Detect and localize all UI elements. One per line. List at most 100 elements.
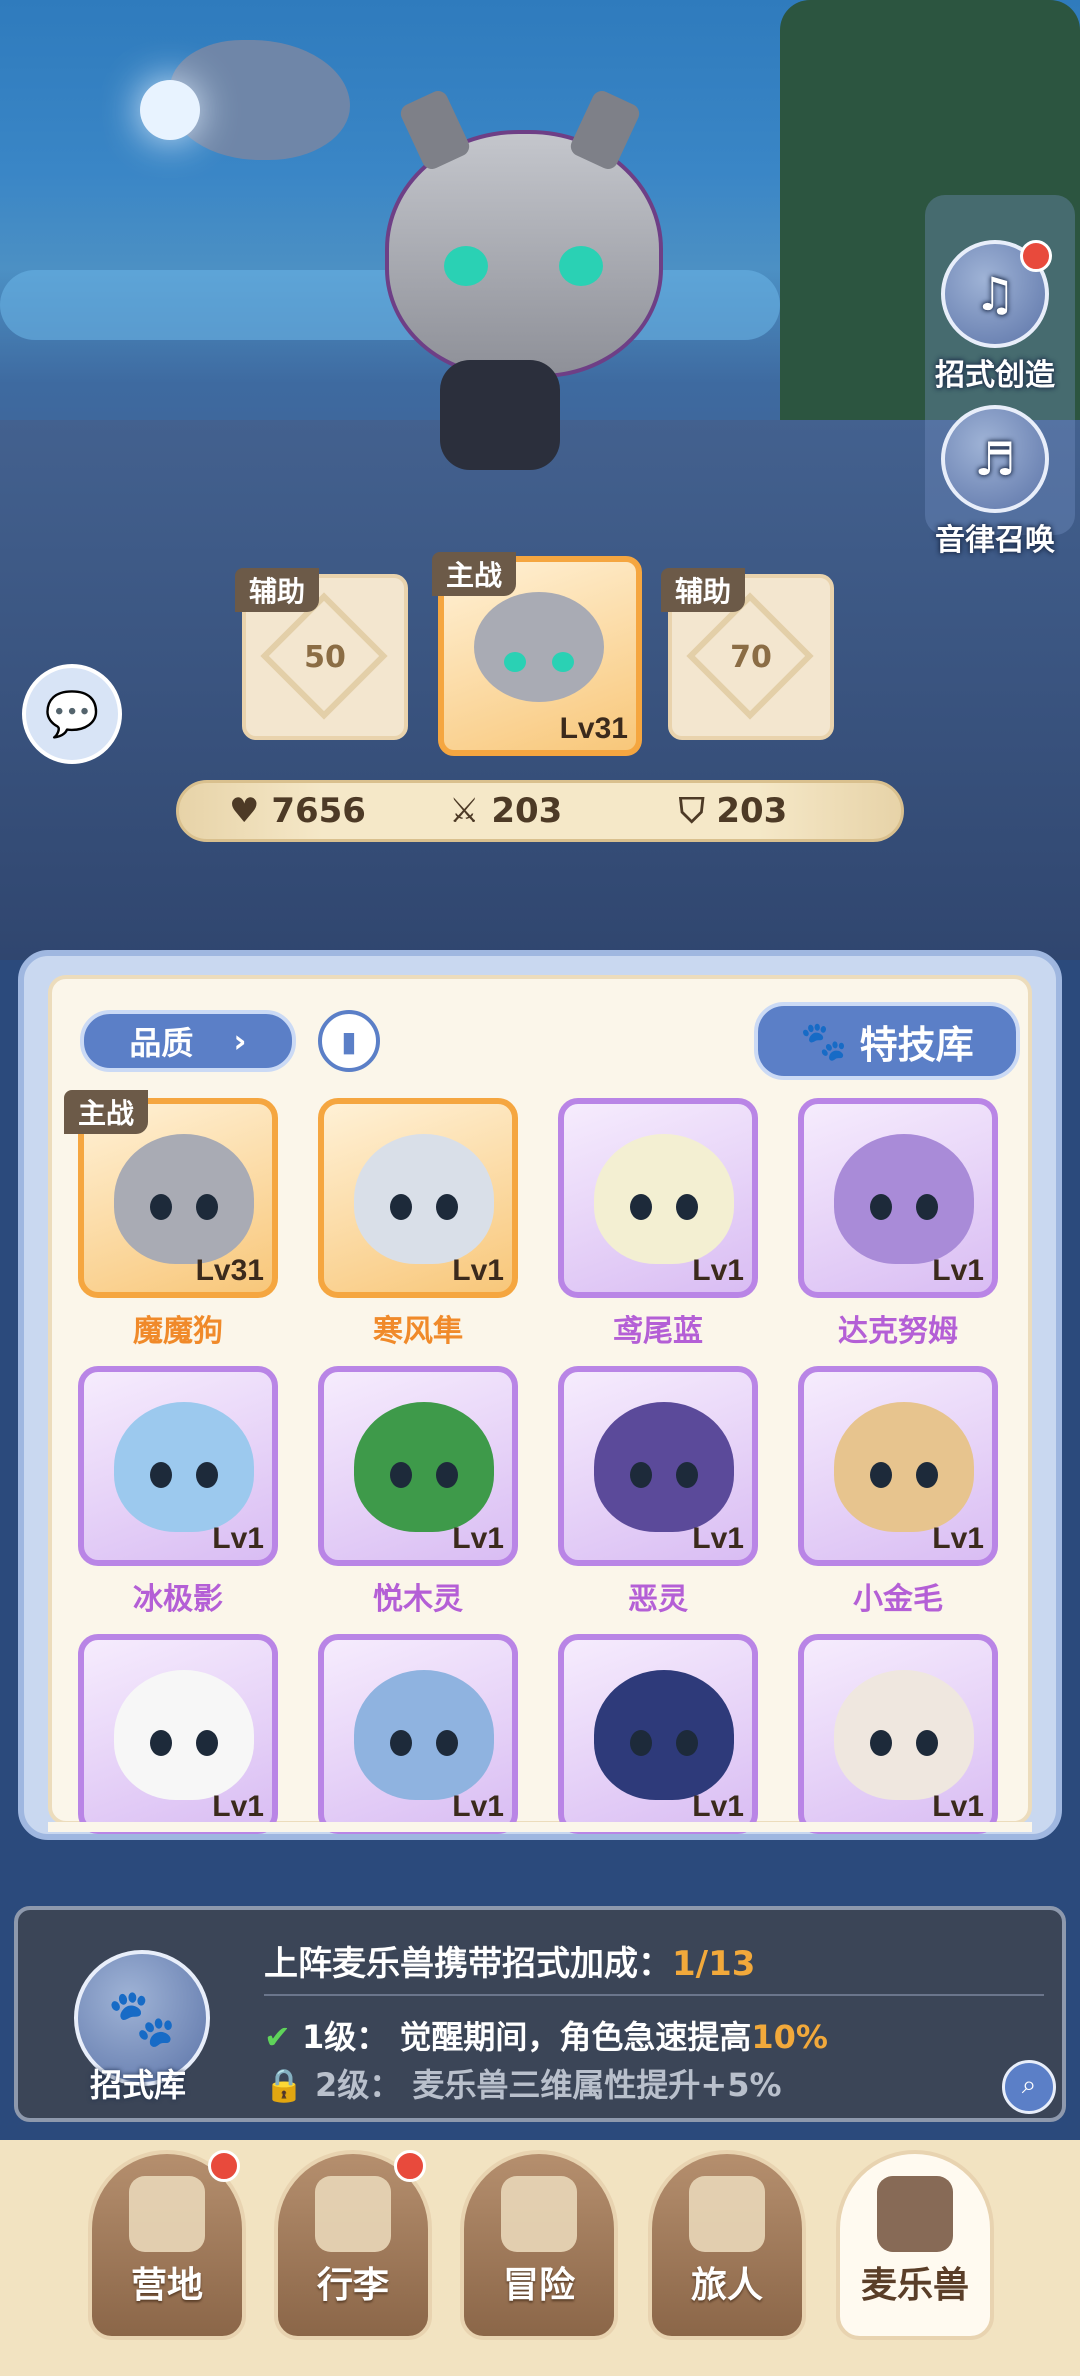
support-tag: 辅助 bbox=[661, 568, 746, 612]
eye bbox=[436, 1462, 458, 1488]
eye bbox=[196, 1194, 218, 1220]
stats-bar: ♥ 7656 ⚔ 203 ⛉ 203 bbox=[176, 780, 904, 842]
nav-icon bbox=[689, 2176, 765, 2252]
monster-card[interactable]: Lv1 bbox=[318, 1634, 518, 1834]
main-tag: 主战 bbox=[432, 552, 517, 596]
swords-icon: ⚔ bbox=[449, 791, 492, 831]
attack-value: 203 bbox=[491, 791, 563, 831]
monster-card[interactable]: Lv1 bbox=[558, 1366, 758, 1566]
creature-eye bbox=[559, 246, 603, 286]
monster-portrait bbox=[834, 1670, 974, 1800]
bonus-title-text: 上阵麦乐兽携带招式加成： bbox=[264, 1944, 672, 1984]
move-create-label: 招式创造 bbox=[935, 358, 1055, 393]
nav-3[interactable]: 旅人 bbox=[648, 2150, 806, 2340]
eye bbox=[870, 1462, 892, 1488]
level1-text: 觉醒期间，角色急速提高 bbox=[399, 2018, 752, 2056]
monster-name: 达克努姆 bbox=[838, 1314, 958, 1349]
monster-name: 寒风隼 bbox=[373, 1314, 463, 1349]
eye bbox=[150, 1194, 172, 1220]
monster-level: Lv1 bbox=[452, 1522, 504, 1555]
monster-portrait bbox=[834, 1134, 974, 1264]
main-level: Lv31 bbox=[559, 712, 628, 745]
monster-card[interactable]: Lv1 bbox=[318, 1098, 518, 1298]
monster-level: Lv1 bbox=[932, 1522, 984, 1555]
chat-button[interactable]: 💬 bbox=[22, 664, 122, 764]
nav-icon bbox=[501, 2176, 577, 2252]
defense-stat: ⛉ 203 bbox=[679, 791, 787, 831]
bonus-level-2: 🔒 2级： 麦乐兽三维属性提升+5% bbox=[264, 2060, 782, 2106]
monster-portrait bbox=[594, 1670, 734, 1800]
eye bbox=[196, 1462, 218, 1488]
skill-library-label: 特技库 bbox=[859, 1022, 974, 1067]
monster-name: 悦木灵 bbox=[373, 1582, 463, 1617]
melody-summon-button[interactable]: ♬ 音律召唤 bbox=[935, 405, 1055, 559]
monster-card[interactable]: Lv1 bbox=[78, 1634, 278, 1834]
sort-button[interactable]: ▮ bbox=[318, 1010, 380, 1072]
monster-portrait bbox=[114, 1670, 254, 1800]
nav-2[interactable]: 冒险 bbox=[460, 2150, 618, 2340]
nav-icon bbox=[129, 2176, 205, 2252]
eye bbox=[916, 1462, 938, 1488]
monster-level: Lv1 bbox=[212, 1790, 264, 1823]
level2-text: 麦乐兽三维属性提升+5% bbox=[412, 2066, 782, 2104]
monster-level: Lv1 bbox=[692, 1254, 744, 1287]
monster-card[interactable]: Lv1 bbox=[798, 1098, 998, 1298]
monster-card[interactable]: Lv1 bbox=[798, 1366, 998, 1566]
eye bbox=[870, 1730, 892, 1756]
nav-icon bbox=[877, 2176, 953, 2252]
eye bbox=[390, 1730, 412, 1756]
eye bbox=[390, 1462, 412, 1488]
creature-body bbox=[440, 360, 560, 470]
monster-portrait bbox=[474, 592, 604, 702]
eye bbox=[916, 1730, 938, 1756]
monster-portrait bbox=[114, 1402, 254, 1532]
monster-portrait bbox=[834, 1402, 974, 1532]
divider bbox=[264, 1994, 1044, 1996]
lock-icon: 🔒 bbox=[264, 2066, 304, 2104]
monster-level: Lv1 bbox=[212, 1522, 264, 1555]
monster-card[interactable]: Lv1 bbox=[78, 1366, 278, 1566]
eye bbox=[676, 1194, 698, 1220]
monster-card[interactable]: Lv1 bbox=[318, 1366, 518, 1566]
monster-portrait bbox=[354, 1402, 494, 1532]
monster-portrait bbox=[354, 1670, 494, 1800]
quality-filter[interactable]: 品质 › bbox=[80, 1010, 296, 1072]
divider bbox=[48, 1822, 1032, 1832]
move-library-label[interactable]: 招式库 bbox=[48, 2060, 228, 2106]
eye bbox=[676, 1730, 698, 1756]
monster-card[interactable]: Lv1 bbox=[798, 1634, 998, 1834]
attack-stat: ⚔ 203 bbox=[449, 791, 562, 831]
support-tag: 辅助 bbox=[235, 568, 320, 612]
monster-portrait bbox=[594, 1134, 734, 1264]
monster-level: Lv1 bbox=[692, 1790, 744, 1823]
monster-name: 小金毛 bbox=[853, 1582, 943, 1617]
bonus-title: 上阵麦乐兽携带招式加成：1/13 bbox=[264, 1936, 755, 1985]
zoom-icon[interactable]: ⌕ bbox=[1002, 2060, 1056, 2114]
level1-label: 1级： bbox=[301, 2018, 389, 2056]
eye bbox=[630, 1194, 652, 1220]
monster-portrait bbox=[114, 1134, 254, 1264]
monster-card[interactable]: Lv1 bbox=[558, 1098, 758, 1298]
chat-icon: 💬 bbox=[44, 689, 100, 740]
paw-icon: 🐾 bbox=[800, 1018, 848, 1063]
chevron-right-icon: › bbox=[233, 1022, 247, 1060]
monster-card[interactable]: Lv1 bbox=[558, 1634, 758, 1834]
defense-value: 203 bbox=[716, 791, 788, 831]
monster-level: Lv1 bbox=[452, 1254, 504, 1287]
eye bbox=[196, 1730, 218, 1756]
monster-level: Lv31 bbox=[195, 1254, 264, 1287]
eye bbox=[916, 1194, 938, 1220]
nav-4[interactable]: 麦乐兽 bbox=[836, 2150, 994, 2340]
skill-library-button[interactable]: 🐾 特技库 bbox=[754, 1002, 1020, 1080]
hp-stat: ♥ 7656 bbox=[229, 791, 366, 831]
eye bbox=[150, 1730, 172, 1756]
bonus-progress: 1/13 bbox=[672, 1944, 756, 1984]
melody-summon-label: 音律召唤 bbox=[935, 523, 1055, 558]
lyre-icon: ♬ bbox=[941, 405, 1049, 513]
monster-name: 魔魔狗 bbox=[133, 1314, 223, 1349]
notification-dot bbox=[1020, 240, 1052, 272]
nav-icon bbox=[315, 2176, 391, 2252]
bonus-level-1: ✔ 1级： 觉醒期间，角色急速提高10% bbox=[264, 2012, 828, 2058]
monster-level: Lv1 bbox=[932, 1254, 984, 1287]
unlock-level: 70 bbox=[730, 640, 772, 675]
